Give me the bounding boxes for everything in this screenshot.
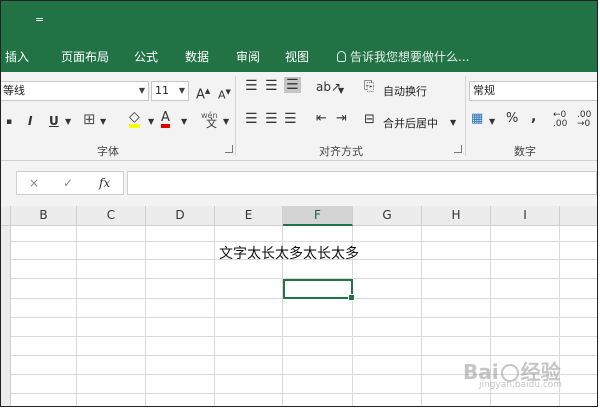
group-separator xyxy=(235,76,236,156)
column-header-c[interactable]: C xyxy=(77,206,146,226)
enter-check-icon[interactable]: ✓ xyxy=(63,176,73,190)
alignment-group-label: 对齐方式 xyxy=(319,145,363,158)
baidu-watermark-url: jingyan.baidu.com xyxy=(479,380,563,390)
insert-function-icon[interactable]: fx xyxy=(99,176,110,190)
increase-decimal-icon[interactable]: ←0.00 xyxy=(553,111,567,129)
fill-handle[interactable] xyxy=(348,294,355,301)
align-top-icon[interactable]: ☰ xyxy=(245,79,258,93)
gridline xyxy=(11,317,597,318)
group-separator xyxy=(465,76,466,156)
align-right-icon[interactable]: ☰ xyxy=(284,112,297,126)
alignment-dialog-launcher-icon[interactable] xyxy=(454,145,462,153)
chevron-down-icon: ▼ xyxy=(138,86,145,95)
column-header-b[interactable]: B xyxy=(11,206,77,226)
underline-button[interactable]: U xyxy=(49,114,59,128)
number-format-select[interactable]: 常规 xyxy=(469,81,597,101)
tab-review[interactable]: 审阅 xyxy=(236,48,260,65)
merge-center-button[interactable]: 合并后居中 xyxy=(383,115,438,131)
chevron-down-icon[interactable]: ▼ xyxy=(148,115,154,129)
gridline xyxy=(11,393,597,394)
border-icon[interactable]: ⊞ xyxy=(83,112,96,127)
tell-me-placeholder: 告诉我您想要做什么... xyxy=(350,50,470,64)
excel-window: = 插入 页面布局 公式 数据 审阅 视图 告诉我您想要做什么... 等线 ▼ … xyxy=(0,0,598,407)
wrap-text-button[interactable]: 自动换行 xyxy=(383,83,427,99)
font-dialog-launcher-icon[interactable] xyxy=(225,145,233,153)
formula-bar-buttons: × ✓ fx xyxy=(16,171,124,195)
font-color-icon[interactable]: A xyxy=(161,111,170,128)
decrease-indent-icon[interactable]: ⇤ xyxy=(316,112,327,126)
fill-color-icon[interactable]: ◇ xyxy=(129,110,140,128)
chevron-down-icon[interactable]: ▼ xyxy=(489,115,495,129)
active-cell-f3[interactable] xyxy=(283,279,355,301)
gridline xyxy=(11,241,597,242)
column-header-next[interactable] xyxy=(560,206,597,226)
align-left-icon[interactable]: ☰ xyxy=(245,112,258,126)
merge-center-icon[interactable]: ⊟ xyxy=(364,113,375,127)
chevron-down-icon[interactable]: ▼ xyxy=(450,116,456,130)
grow-font-icon[interactable]: A▲ xyxy=(196,84,210,102)
select-all-corner[interactable] xyxy=(1,206,11,226)
decrease-decimal-icon[interactable]: .00 →0 xyxy=(577,111,591,129)
accounting-format-icon[interactable]: ▦ xyxy=(471,112,483,126)
align-bottom-icon[interactable]: ☰ xyxy=(284,77,301,93)
column-header-h[interactable]: H xyxy=(422,206,491,226)
column-header-e[interactable]: E xyxy=(215,206,283,226)
column-headers: B C D E F G H I xyxy=(1,206,597,226)
cancel-icon[interactable]: × xyxy=(29,176,39,190)
font-group-label: 字体 xyxy=(97,145,119,158)
chevron-down-icon: ▼ xyxy=(178,86,185,95)
ribbon-home: 等线 ▼ 11 ▼ A▲ A▼ ▪ I U ▼ ⊞ ▼ ◇ ▼ A ▼ wén … xyxy=(1,72,597,161)
comma-style-button[interactable]: , xyxy=(531,110,536,124)
number-group-label: 数字 xyxy=(514,145,536,158)
chevron-down-icon[interactable]: ▼ xyxy=(181,115,187,129)
align-center-icon[interactable]: ☰ xyxy=(265,112,278,126)
chevron-down-icon[interactable]: ▼ xyxy=(223,115,229,129)
font-size-value: 11 xyxy=(155,84,169,97)
ribbon-tabs: 插入 页面布局 公式 数据 审阅 视图 告诉我您想要做什么... xyxy=(1,39,597,72)
font-name-value: 等线 xyxy=(3,84,25,97)
bold-icon[interactable]: ▪ xyxy=(6,115,12,129)
tab-insert[interactable]: 插入 xyxy=(5,48,29,65)
row-headers[interactable] xyxy=(1,226,11,406)
gridline xyxy=(11,336,597,337)
tab-formulas[interactable]: 公式 xyxy=(134,48,158,65)
font-name-select[interactable]: 等线 ▼ xyxy=(1,81,149,101)
shrink-font-icon[interactable]: A▼ xyxy=(218,85,231,103)
tab-data[interactable]: 数据 xyxy=(185,48,209,65)
chevron-down-icon[interactable]: ▼ xyxy=(338,84,344,98)
column-header-d[interactable]: D xyxy=(146,206,215,226)
chevron-down-icon[interactable]: ▼ xyxy=(65,115,71,129)
column-header-g[interactable]: G xyxy=(353,206,422,226)
number-format-value: 常规 xyxy=(473,84,495,97)
italic-button[interactable]: I xyxy=(28,114,32,128)
title-bar: = xyxy=(1,1,597,39)
quick-access-customize-icon[interactable]: = xyxy=(35,13,44,26)
chevron-down-icon[interactable]: ▼ xyxy=(100,115,106,129)
phonetic-guide-char: 文 xyxy=(206,117,217,130)
tell-me-search[interactable]: 告诉我您想要做什么... xyxy=(337,48,469,65)
formula-input[interactable] xyxy=(127,171,597,195)
percent-style-button[interactable]: % xyxy=(506,112,518,126)
cell-e2-text[interactable]: 文字太长太多太长太多 xyxy=(219,243,359,263)
tab-view[interactable]: 视图 xyxy=(285,48,309,65)
increase-indent-icon[interactable]: ⇥ xyxy=(336,112,347,126)
tab-page-layout[interactable]: 页面布局 xyxy=(61,48,109,65)
column-header-f[interactable]: F xyxy=(283,206,353,226)
align-middle-icon[interactable]: ☰ xyxy=(265,79,278,93)
font-size-select[interactable]: 11 ▼ xyxy=(151,81,189,101)
lightbulb-icon xyxy=(337,51,346,62)
wrap-text-icon[interactable]: ⎘ xyxy=(364,80,374,94)
formula-bar-area: × ✓ fx xyxy=(1,161,597,206)
column-header-i[interactable]: I xyxy=(491,206,560,226)
